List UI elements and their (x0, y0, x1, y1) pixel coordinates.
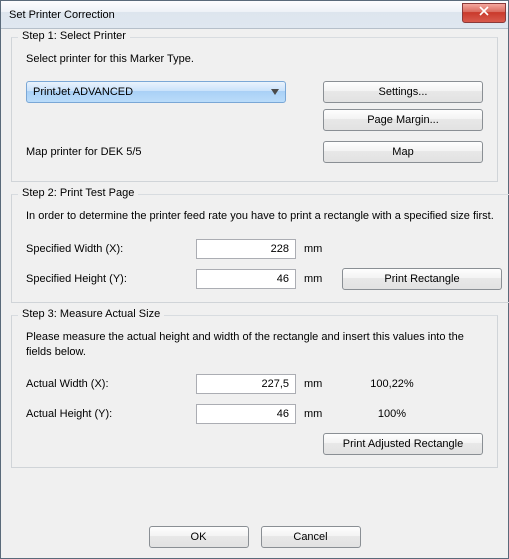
unit-label: mm (296, 243, 342, 255)
cancel-button[interactable]: Cancel (261, 526, 361, 548)
printer-select-value: PrintJet ADVANCED (33, 86, 133, 98)
actual-width-input[interactable] (196, 374, 296, 394)
actual-height-percent: 100% (342, 408, 442, 420)
print-rectangle-button[interactable]: Print Rectangle (342, 268, 502, 290)
step2-prompt: In order to determine the printer feed r… (26, 209, 502, 224)
window-title: Set Printer Correction (9, 9, 462, 21)
step1-prompt: Select printer for this Marker Type. (26, 52, 483, 67)
specified-height-label: Specified Height (Y): (26, 273, 196, 285)
page-margin-button[interactable]: Page Margin... (323, 109, 483, 131)
unit-label: mm (296, 378, 342, 390)
unit-label: mm (296, 273, 342, 285)
map-printer-label: Map printer for DEK 5/5 (26, 146, 142, 158)
step1-title: Step 1: Select Printer (18, 30, 130, 42)
specified-height-input[interactable] (196, 269, 296, 289)
printer-select[interactable]: PrintJet ADVANCED (26, 81, 286, 103)
actual-width-label: Actual Width (X): (26, 378, 196, 390)
step3-section: Step 3: Measure Actual Size Please measu… (11, 315, 498, 469)
titlebar: Set Printer Correction (1, 1, 508, 29)
settings-button[interactable]: Settings... (323, 81, 483, 103)
step3-prompt: Please measure the actual height and wid… (26, 330, 483, 360)
map-button[interactable]: Map (323, 141, 483, 163)
unit-label: mm (296, 408, 342, 420)
dialog-body: Step 1: Select Printer Select printer fo… (1, 29, 508, 558)
specified-width-label: Specified Width (X): (26, 243, 196, 255)
actual-height-label: Actual Height (Y): (26, 408, 196, 420)
specified-width-input[interactable] (196, 239, 296, 259)
print-adjusted-rectangle-button[interactable]: Print Adjusted Rectangle (323, 433, 483, 455)
close-button[interactable] (462, 3, 506, 23)
step3-title: Step 3: Measure Actual Size (18, 308, 164, 320)
dialog-window: Set Printer Correction Step 1: Select Pr… (0, 0, 509, 559)
step2-section: Step 2: Print Test Page In order to dete… (11, 194, 509, 303)
dialog-footer: OK Cancel (1, 526, 508, 548)
step2-title: Step 2: Print Test Page (18, 187, 138, 199)
actual-width-percent: 100,22% (342, 378, 442, 390)
step1-section: Step 1: Select Printer Select printer fo… (11, 37, 498, 182)
close-icon (479, 6, 489, 19)
actual-height-input[interactable] (196, 404, 296, 424)
ok-button[interactable]: OK (149, 526, 249, 548)
chevron-down-icon (271, 89, 279, 95)
